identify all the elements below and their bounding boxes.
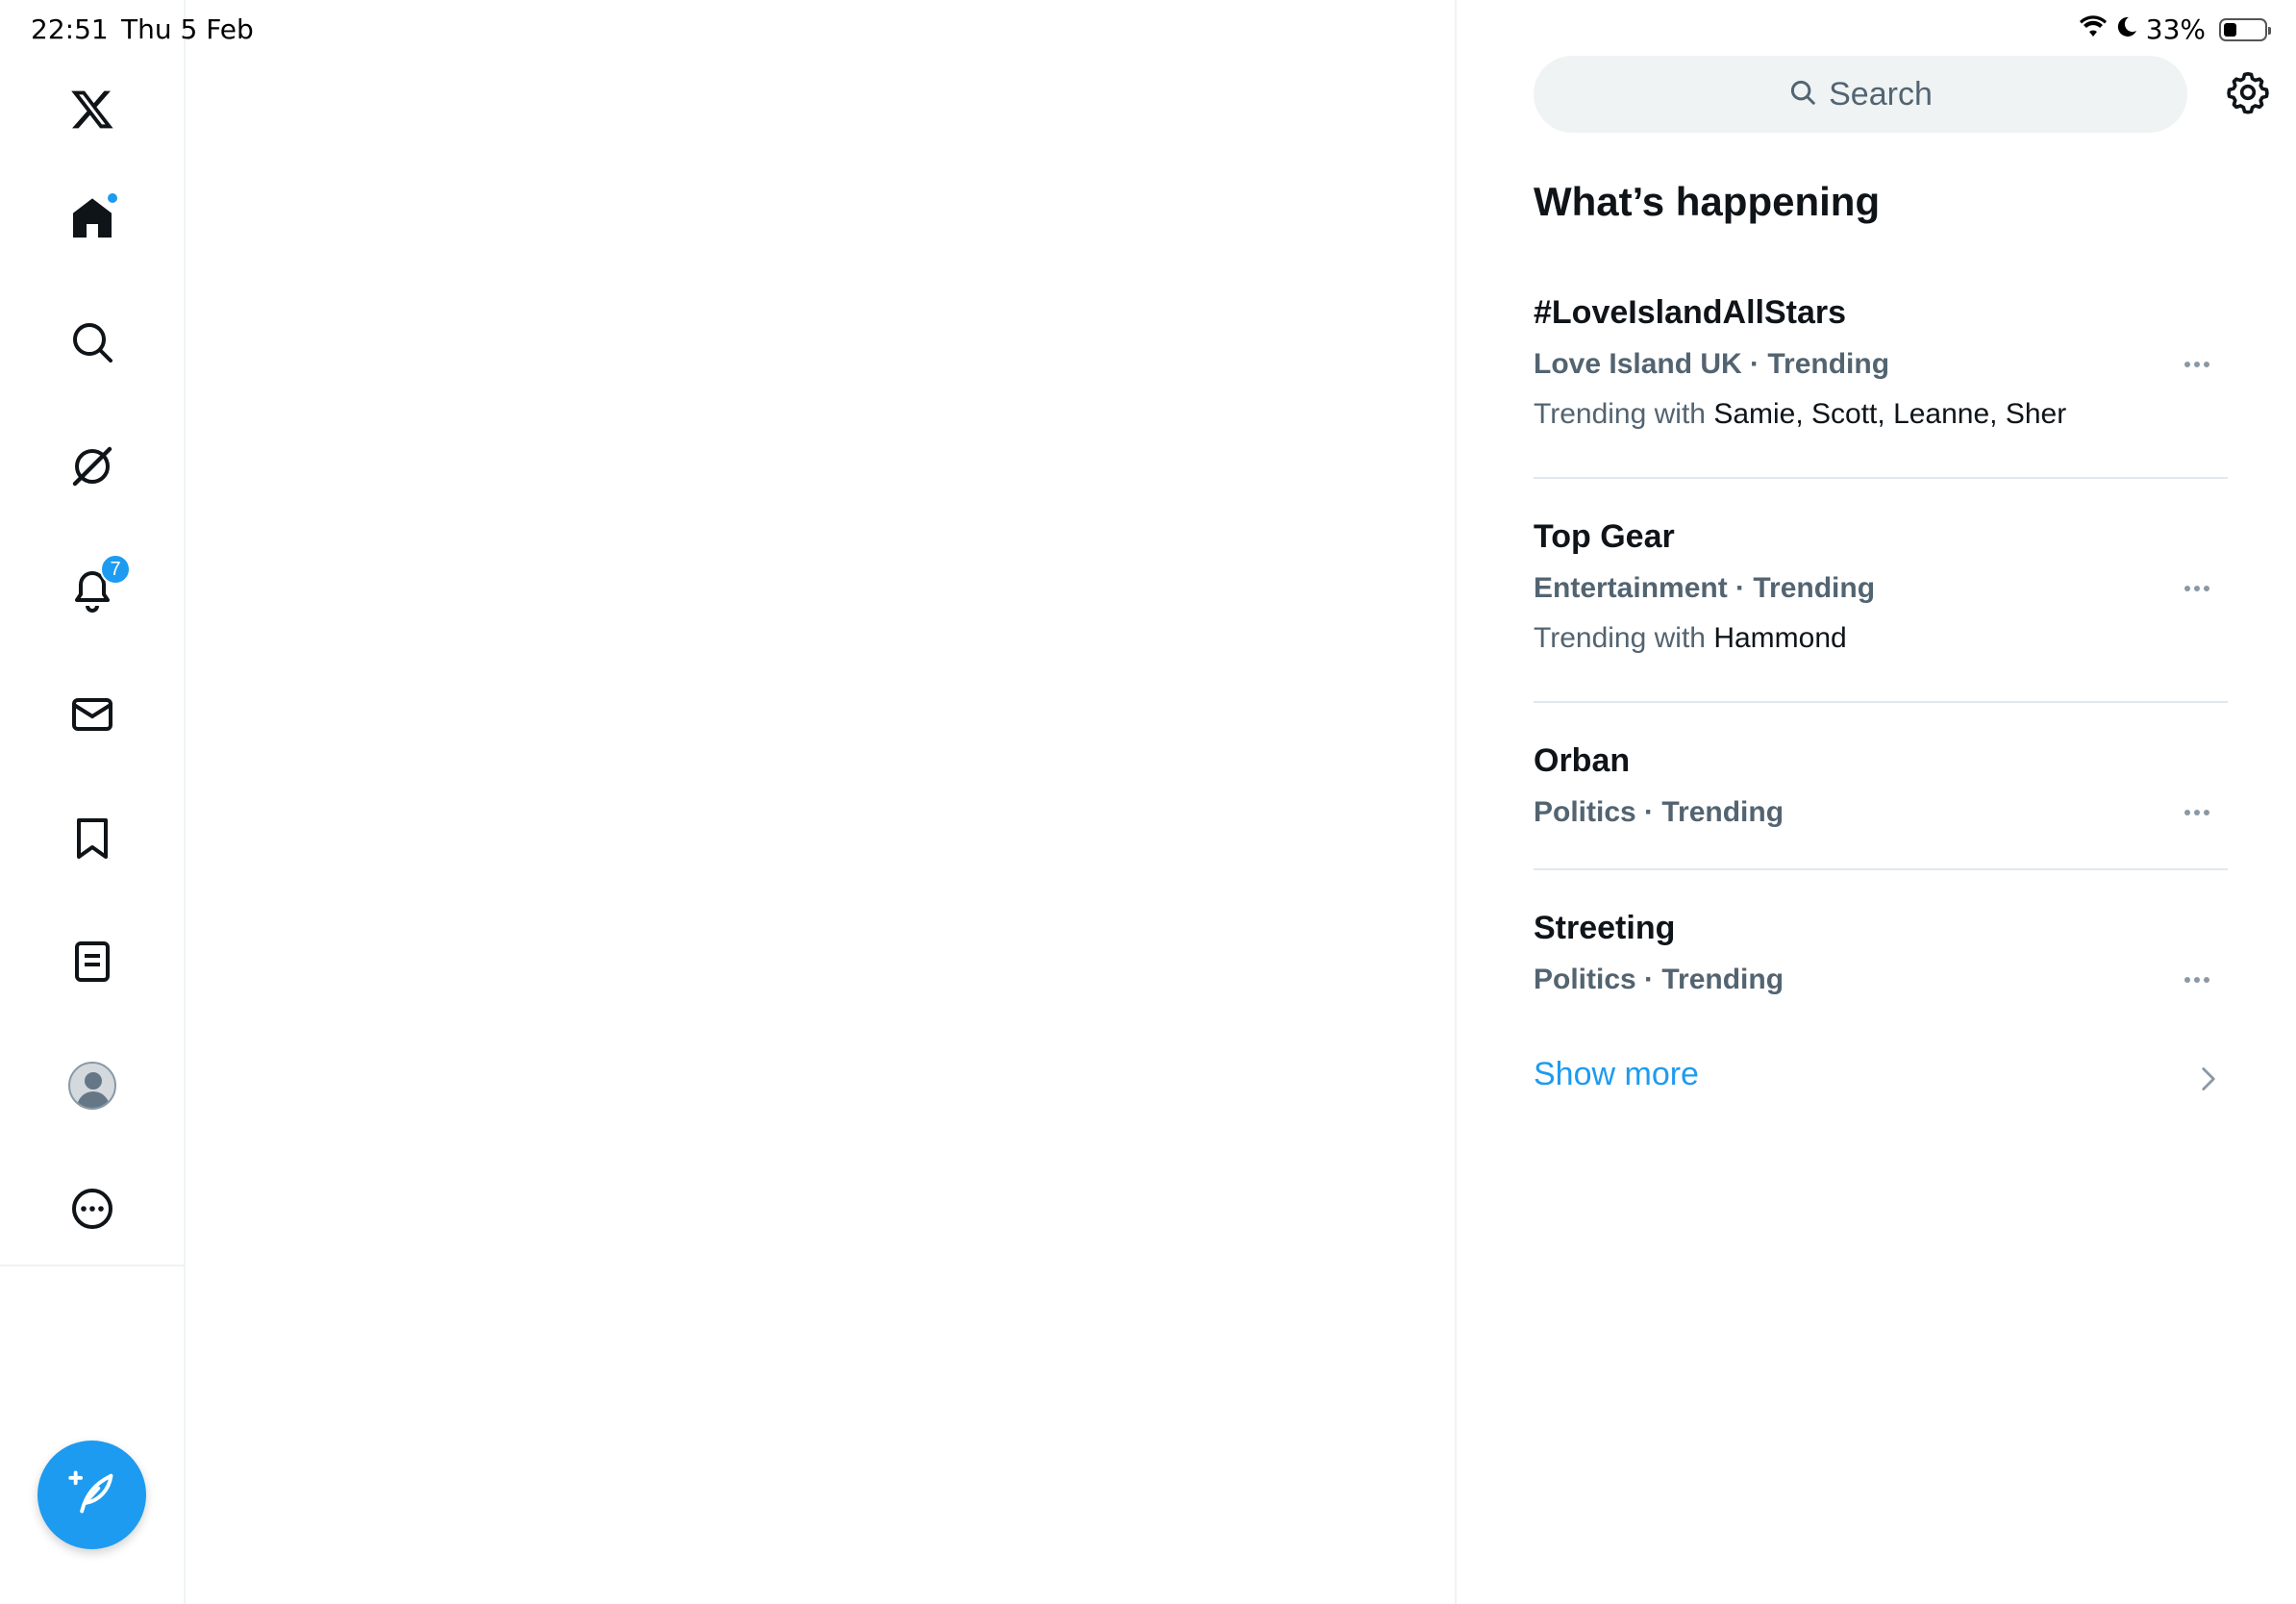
trend-with-prefix: Trending with bbox=[1534, 622, 1706, 654]
show-more-link[interactable]: Show more bbox=[1534, 1056, 2228, 1104]
status-time: 22:51 bbox=[31, 13, 109, 45]
show-more-label: Show more bbox=[1534, 1056, 1699, 1092]
trend-item[interactable]: Orban Politics · Trending bbox=[1534, 737, 2228, 842]
more-icon[interactable] bbox=[58, 1174, 127, 1243]
trend-name: Streeting bbox=[1534, 910, 1676, 946]
trend-meta: Politics · Trending bbox=[1534, 964, 1784, 995]
nav-divider bbox=[0, 1265, 186, 1266]
home-icon[interactable] bbox=[58, 184, 127, 253]
status-bar: 22:51 Thu 5 Feb 33% bbox=[0, 0, 2296, 60]
compose-button[interactable] bbox=[37, 1441, 146, 1549]
right-sidebar: Search What’s happening #LoveIslandAllSt… bbox=[1457, 0, 2296, 1604]
search-icon[interactable] bbox=[58, 308, 127, 377]
trend-with-names: Hammond bbox=[1713, 622, 1847, 654]
wifi-icon bbox=[2079, 13, 2108, 45]
more-options-button[interactable] bbox=[2176, 574, 2218, 603]
trend-with: Trending with Hammond bbox=[1534, 622, 1847, 655]
battery-level bbox=[2224, 22, 2237, 37]
profile-avatar[interactable] bbox=[58, 1051, 127, 1120]
battery-icon bbox=[2219, 17, 2271, 41]
settings-button[interactable] bbox=[2221, 67, 2275, 121]
search-input[interactable]: Search bbox=[1534, 56, 2187, 133]
avatar bbox=[68, 1062, 116, 1110]
status-indicators: 33% bbox=[2079, 13, 2271, 45]
grok-icon[interactable] bbox=[58, 432, 127, 501]
trend-with-names: Samie, Scott, Leanne, Sher bbox=[1713, 398, 2067, 430]
gear-icon bbox=[2226, 70, 2270, 119]
trend-name: Orban bbox=[1534, 742, 1631, 779]
x-logo-icon[interactable] bbox=[58, 75, 127, 144]
messages-icon[interactable] bbox=[58, 680, 127, 749]
main-timeline bbox=[186, 0, 1457, 1604]
notifications-icon[interactable]: 7 bbox=[58, 554, 131, 625]
trend-meta: Politics · Trending bbox=[1534, 796, 1784, 828]
trend-meta: Love Island UK · Trending bbox=[1534, 348, 1890, 380]
more-options-button[interactable] bbox=[2176, 350, 2218, 379]
chevron-right-icon bbox=[2199, 1065, 2218, 1097]
trend-name: #LoveIslandAllStars bbox=[1534, 294, 1847, 331]
trend-item[interactable]: Top Gear Entertainment · Trending Trendi… bbox=[1534, 513, 2228, 666]
more-options-button[interactable] bbox=[2176, 798, 2218, 827]
section-title: What’s happening bbox=[1534, 179, 1881, 224]
trend-name: Top Gear bbox=[1534, 518, 1675, 555]
search-icon bbox=[1788, 78, 1817, 112]
trend-item[interactable]: Streeting Politics · Trending bbox=[1534, 904, 2228, 1010]
search-placeholder: Search bbox=[1829, 75, 1933, 113]
trend-meta: Entertainment · Trending bbox=[1534, 572, 1876, 604]
compose-icon bbox=[67, 1467, 117, 1522]
moon-icon bbox=[2115, 13, 2138, 45]
trend-with-prefix: Trending with bbox=[1534, 398, 1706, 430]
more-options-button[interactable] bbox=[2176, 965, 2218, 994]
trend-with: Trending with Samie, Scott, Leanne, Sher bbox=[1534, 398, 2066, 431]
battery-percent: 33% bbox=[2145, 13, 2206, 45]
left-nav: 7 bbox=[0, 0, 186, 1604]
lists-icon[interactable] bbox=[58, 927, 127, 996]
status-date: Thu 5 Feb bbox=[121, 13, 254, 45]
divider bbox=[1534, 701, 2228, 703]
notifications-badge: 7 bbox=[100, 554, 131, 585]
divider bbox=[1534, 477, 2228, 479]
divider bbox=[1534, 868, 2228, 870]
trend-item[interactable]: #LoveIslandAllStars Love Island UK · Tre… bbox=[1534, 288, 2228, 442]
home-badge-dot bbox=[106, 191, 119, 205]
bookmarks-icon[interactable] bbox=[58, 804, 127, 873]
